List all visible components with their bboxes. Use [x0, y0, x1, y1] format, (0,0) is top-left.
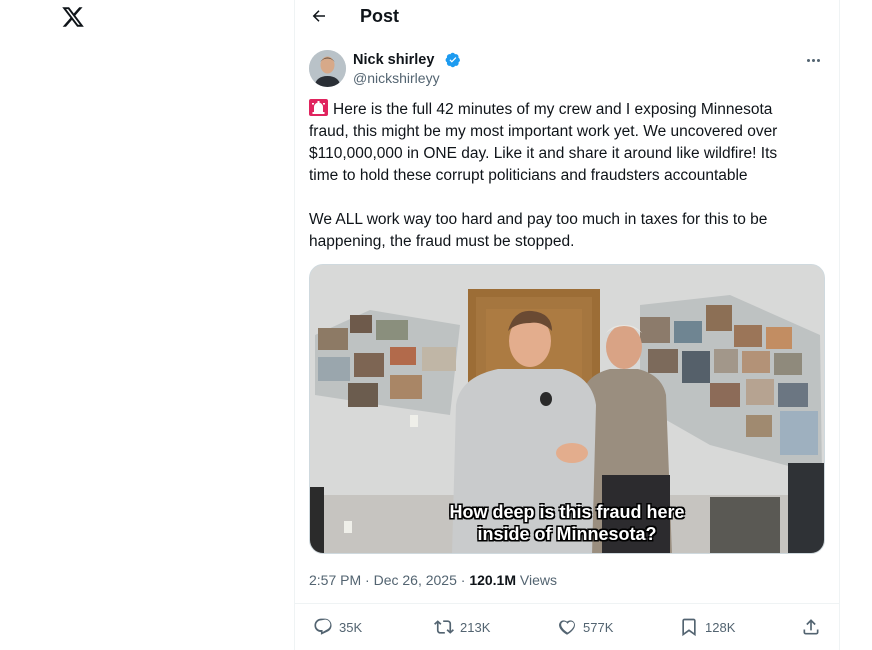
bookmark-icon	[682, 618, 696, 637]
more-options-icon[interactable]	[801, 50, 825, 70]
post-timestamp[interactable]: 2:57 PM · Dec 26, 2025 ·	[309, 572, 469, 588]
video-caption-line-2: inside of Minnesota?	[477, 524, 657, 544]
arrow-left-icon[interactable]	[307, 4, 331, 28]
x-logo-icon[interactable]	[61, 5, 85, 29]
author-display-name[interactable]: Nick shirley	[353, 52, 434, 68]
post-text-line: time to hold these corrupt politicians a…	[309, 167, 748, 184]
post-header: Post	[295, 0, 841, 32]
post-text-line: We ALL work way too hard and pay too muc…	[309, 211, 768, 228]
police-siren-icon	[309, 99, 328, 116]
post-text: Here is the full 42 minutes of my crew a…	[309, 99, 819, 253]
bookmark-count: 128K	[705, 619, 736, 635]
video-caption-line-1: How deep is this fraud here	[449, 502, 685, 522]
post-author: Nick shirley @nickshirleyy	[309, 50, 827, 90]
avatar[interactable]	[309, 50, 346, 87]
post-meta: 2:57 PM · Dec 26, 2025 · 120.1M Views	[309, 571, 557, 589]
page-title: Post	[360, 6, 400, 26]
video-player[interactable]: How deep is this fraud here inside of Mi…	[309, 264, 825, 554]
bookmark-button[interactable]: 128K	[679, 616, 735, 638]
author-handle[interactable]: @nickshirleyy	[353, 70, 440, 86]
post-text-line: fraud, this might be my most important w…	[309, 123, 778, 140]
left-sidebar	[0, 0, 294, 650]
repost-button[interactable]: 213K	[434, 616, 490, 638]
post-text-line: happening, the fraud must be stopped.	[309, 233, 575, 250]
share-button[interactable]	[801, 616, 821, 638]
views-count: 120.1M	[469, 572, 517, 588]
repost-icon	[434, 620, 454, 634]
right-edge	[840, 0, 872, 650]
reply-count: 35K	[339, 619, 363, 635]
repost-count: 213K	[460, 619, 491, 635]
post-text-line: Here is the full 42 minutes of my crew a…	[333, 101, 773, 118]
post-detail-column: Post Nick shirley @nickshirleyy Here is …	[294, 0, 841, 650]
heart-icon	[559, 620, 575, 635]
post-text-line: $110,000,000 in ONE day. Like it and sha…	[309, 145, 778, 162]
verified-badge-icon	[445, 52, 461, 68]
share-icon	[803, 619, 819, 635]
reply-button[interactable]: 35K	[313, 616, 362, 638]
views-label: Views	[516, 572, 557, 588]
post-action-bar: 35K 213K 577K 128K	[295, 603, 841, 647]
reply-icon	[314, 618, 332, 635]
like-count: 577K	[583, 619, 614, 635]
like-button[interactable]: 577K	[557, 616, 613, 638]
